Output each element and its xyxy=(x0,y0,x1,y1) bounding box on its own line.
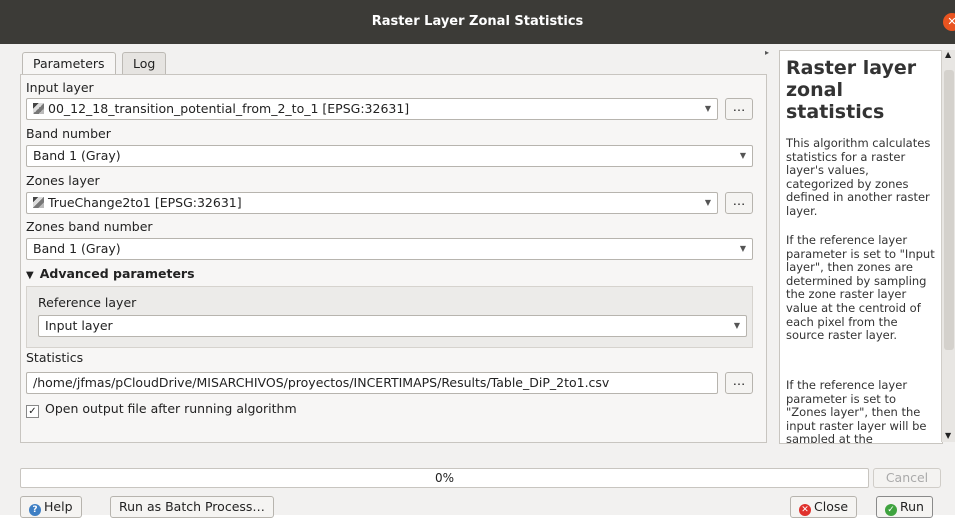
statistics-label: Statistics xyxy=(26,350,84,365)
advanced-parameters-label: Advanced parameters xyxy=(39,266,195,281)
zones-band-combo[interactable]: Band 1 (Gray) ▼ xyxy=(26,238,753,260)
close-icon: ✕ xyxy=(799,504,811,516)
reference-layer-label: Reference layer xyxy=(38,295,137,310)
help-paragraph-2: If the reference layer parameter is set … xyxy=(786,233,935,343)
help-button-label: Help xyxy=(44,499,73,514)
triangle-down-icon: ▼ xyxy=(26,270,34,281)
dialog-body: Parameters Log Input layer 00_12_18_tran… xyxy=(0,44,955,518)
tab-parameters[interactable]: Parameters xyxy=(22,52,116,76)
help-scrollbar[interactable]: ▲ ▼ xyxy=(941,50,955,442)
tab-log[interactable]: Log xyxy=(122,52,167,75)
help-icon: ? xyxy=(29,504,41,516)
statistics-browse-button[interactable]: … xyxy=(725,372,753,394)
zones-layer-combo[interactable]: TrueChange2to1 [EPSG:32631] ▼ xyxy=(26,192,718,214)
run-button-label: Run xyxy=(900,499,924,514)
help-paragraph-3: If the reference layer parameter is set … xyxy=(786,378,927,444)
chevron-down-icon: ▼ xyxy=(733,321,740,330)
progress-bar: 0% xyxy=(20,468,869,488)
open-output-label: Open output file after running algorithm xyxy=(45,401,297,416)
progress-label: 0% xyxy=(434,471,455,485)
input-layer-browse-button[interactable]: … xyxy=(725,98,753,120)
raster-layer-icon xyxy=(33,103,44,114)
chevron-down-icon: ▼ xyxy=(704,104,711,113)
zones-layer-value: TrueChange2to1 [EPSG:32631] xyxy=(48,195,242,210)
scrollbar-thumb[interactable] xyxy=(944,70,954,350)
statistics-path: /home/jfmas/pCloudDrive/MISARCHIVOS/proy… xyxy=(33,375,610,390)
scroll-down-icon[interactable]: ▼ xyxy=(945,431,951,440)
close-button-label: Close xyxy=(814,499,849,514)
cancel-button[interactable]: Cancel xyxy=(873,468,941,488)
advanced-parameters-toggle[interactable]: ▼ Advanced parameters xyxy=(26,266,195,281)
open-output-checkbox[interactable]: ✓ Open output file after running algorith… xyxy=(26,401,297,418)
band-number-label: Band number xyxy=(26,126,111,141)
zones-band-label: Zones band number xyxy=(26,219,153,234)
checkmark-icon: ✓ xyxy=(26,405,39,418)
window-close-icon[interactable]: ✕ xyxy=(943,13,955,31)
input-layer-label: Input layer xyxy=(26,80,94,95)
statistics-output-input[interactable]: /home/jfmas/pCloudDrive/MISARCHIVOS/proy… xyxy=(26,372,718,394)
help-title: Raster layer zonal statistics xyxy=(786,57,917,123)
zones-layer-label: Zones layer xyxy=(26,173,100,188)
help-paragraph-1: This algorithm calculates statistics for… xyxy=(786,136,931,218)
chevron-down-icon: ▼ xyxy=(739,244,746,253)
zones-band-value: Band 1 (Gray) xyxy=(33,241,121,256)
chevron-down-icon: ▼ xyxy=(704,198,711,207)
reference-layer-value: Input layer xyxy=(45,318,113,333)
title-bar: Raster Layer Zonal Statistics ✕ xyxy=(0,0,955,44)
band-number-combo[interactable]: Band 1 (Gray) ▼ xyxy=(26,145,753,167)
raster-layer-icon xyxy=(33,197,44,208)
scroll-up-icon[interactable]: ▲ xyxy=(945,50,951,59)
zones-layer-browse-button[interactable]: … xyxy=(725,192,753,214)
input-layer-combo[interactable]: 00_12_18_transition_potential_from_2_to_… xyxy=(26,98,718,120)
chevron-down-icon: ▼ xyxy=(739,151,746,160)
run-icon: ✓ xyxy=(885,504,897,516)
window-title: Raster Layer Zonal Statistics xyxy=(371,14,584,29)
band-number-value: Band 1 (Gray) xyxy=(33,148,121,163)
splitter-arrow-icon[interactable]: ▸ xyxy=(765,48,769,57)
help-panel: Raster layer zonal statistics This algor… xyxy=(779,50,943,444)
reference-layer-combo[interactable]: Input layer ▼ xyxy=(38,315,747,337)
input-layer-value: 00_12_18_transition_potential_from_2_to_… xyxy=(48,101,410,116)
